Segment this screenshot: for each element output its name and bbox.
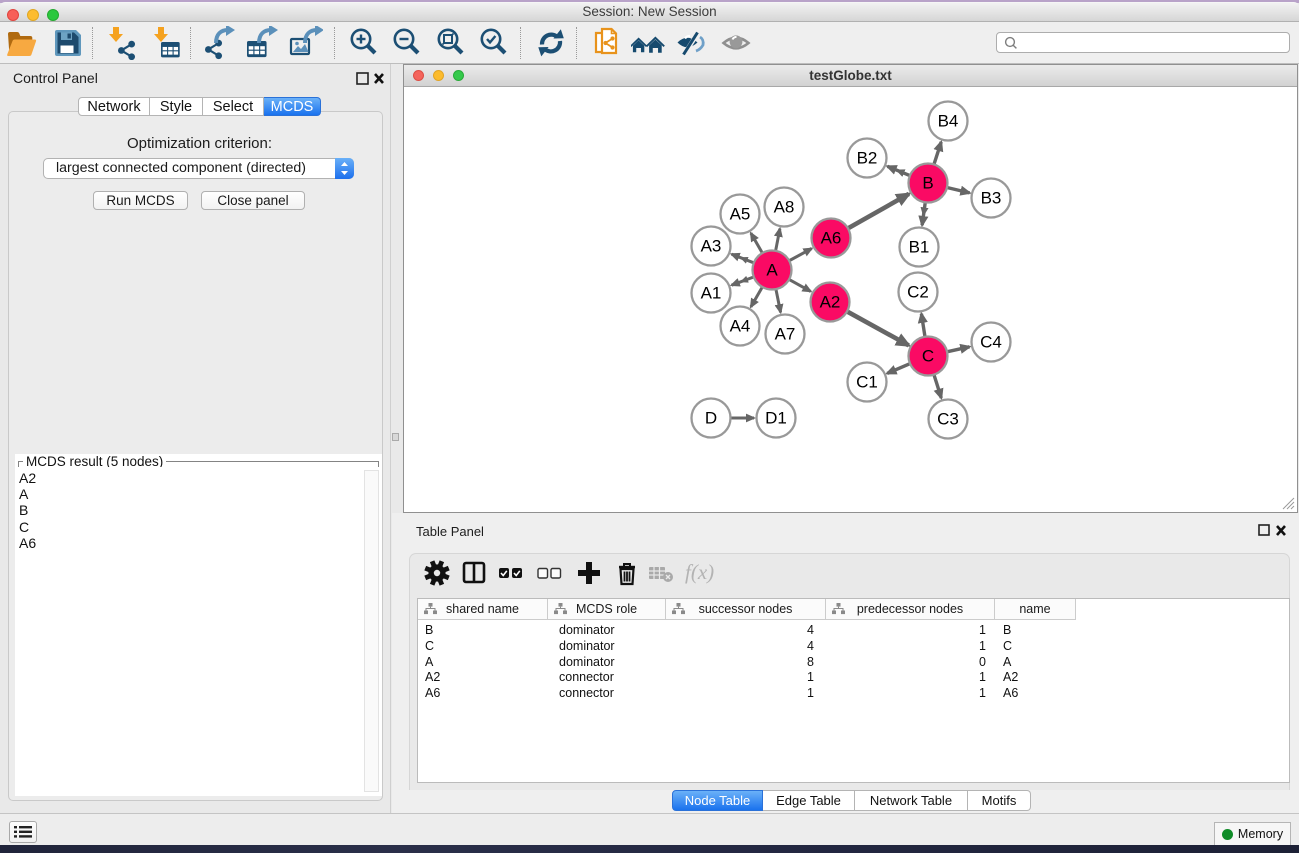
svg-text:A2: A2 <box>820 293 841 312</box>
svg-text:C4: C4 <box>980 333 1002 352</box>
svg-text:B4: B4 <box>938 112 959 131</box>
svg-text:B: B <box>922 174 933 193</box>
svg-text:B2: B2 <box>857 149 878 168</box>
svg-text:A7: A7 <box>775 325 796 344</box>
svg-text:C2: C2 <box>907 283 929 302</box>
svg-text:D1: D1 <box>765 409 787 428</box>
svg-text:B3: B3 <box>981 189 1002 208</box>
svg-text:A8: A8 <box>774 198 795 217</box>
svg-text:C3: C3 <box>937 410 959 429</box>
svg-text:A: A <box>766 261 778 280</box>
svg-text:A3: A3 <box>701 237 722 256</box>
svg-text:D: D <box>705 409 717 428</box>
svg-text:B1: B1 <box>909 238 930 257</box>
svg-text:C: C <box>922 347 934 366</box>
svg-text:A1: A1 <box>701 284 722 303</box>
svg-text:C1: C1 <box>856 373 878 392</box>
svg-text:A4: A4 <box>730 317 751 336</box>
svg-text:A5: A5 <box>730 205 751 224</box>
svg-text:A6: A6 <box>821 229 842 248</box>
